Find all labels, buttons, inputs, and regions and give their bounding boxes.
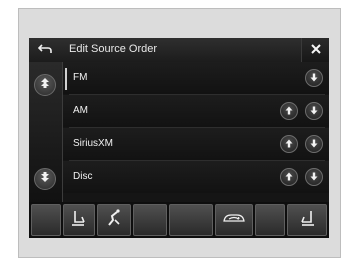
- move-down-button[interactable]: [305, 102, 323, 120]
- driver-seat-heater-button[interactable]: [63, 204, 95, 236]
- selection-indicator: [65, 68, 67, 90]
- page-title: Edit Source Order: [69, 43, 158, 55]
- recirculation-icon: [222, 211, 246, 230]
- bottom-blank-button[interactable]: [133, 204, 167, 236]
- source-label: Disc: [73, 171, 93, 182]
- close-icon: [310, 41, 321, 59]
- source-label: AM: [73, 105, 88, 116]
- arrow-up-icon: [285, 168, 293, 186]
- scroll-column: [29, 62, 63, 202]
- scroll-down-button[interactable]: [34, 168, 56, 190]
- back-arrow-icon: [37, 41, 52, 59]
- seat-heater-icon: [69, 208, 89, 233]
- move-up-button[interactable]: [280, 135, 298, 153]
- passenger-seat-heater-button[interactable]: [287, 204, 327, 236]
- scroll-down-icon: [40, 170, 50, 188]
- arrow-down-icon: [310, 69, 318, 87]
- arrow-up-icon: [285, 135, 293, 153]
- heated-steering-icon: [104, 208, 124, 233]
- source-label: FM: [73, 72, 88, 83]
- source-label: SiriusXM: [73, 138, 114, 149]
- arrow-down-icon: [310, 135, 318, 153]
- source-row-disc[interactable]: Disc: [63, 161, 329, 193]
- source-list: FM AM SiriusXM Disc: [63, 62, 329, 202]
- close-button[interactable]: [301, 38, 329, 62]
- title-bar: Edit Source Order: [29, 38, 329, 62]
- recirculation-button[interactable]: [215, 204, 253, 236]
- move-down-button[interactable]: [305, 69, 323, 87]
- source-row-fm[interactable]: FM: [63, 62, 329, 94]
- arrow-down-icon: [310, 102, 318, 120]
- heated-steering-button[interactable]: [97, 204, 131, 236]
- bottom-blank-button[interactable]: [31, 204, 61, 236]
- move-down-button[interactable]: [305, 168, 323, 186]
- bottom-blank-button[interactable]: [255, 204, 285, 236]
- climate-bar: [29, 202, 329, 238]
- source-row-am[interactable]: AM: [63, 95, 329, 127]
- arrow-down-icon: [310, 168, 318, 186]
- source-row-siriusxm[interactable]: SiriusXM: [63, 128, 329, 160]
- move-down-button[interactable]: [305, 135, 323, 153]
- arrow-up-icon: [285, 102, 293, 120]
- move-up-button[interactable]: [280, 168, 298, 186]
- infotainment-screen: Edit Source Order FM AM SiriusXM Disc: [29, 38, 329, 238]
- scroll-up-button[interactable]: [34, 74, 56, 96]
- seat-heater-icon: [297, 208, 317, 233]
- back-button[interactable]: [31, 40, 59, 60]
- scroll-up-icon: [40, 76, 50, 94]
- bottom-blank-button[interactable]: [169, 204, 213, 236]
- move-up-button[interactable]: [280, 102, 298, 120]
